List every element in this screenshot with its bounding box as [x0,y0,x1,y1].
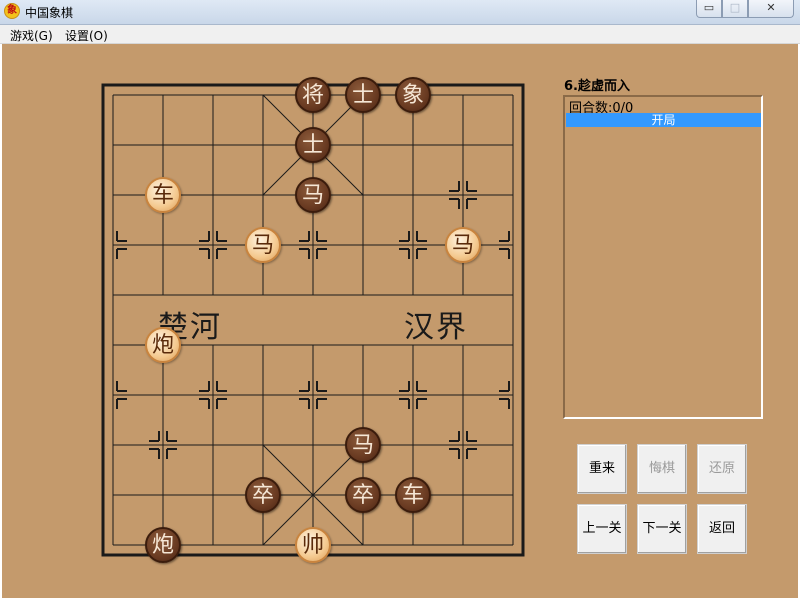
menu-bar: 游戏(G) 设置(O) [0,25,800,44]
chess-piece[interactable]: 炮 [145,527,181,563]
chessboard[interactable] [2,44,562,598]
chess-piece[interactable]: 马 [245,227,281,263]
chess-piece[interactable]: 马 [345,427,381,463]
move-list[interactable]: 回合数:0/0 开局 [563,95,763,419]
level-title: 6.趁虚而入 [564,79,630,94]
prev-level-button[interactable]: 上一关 [577,504,627,554]
chess-piece[interactable]: 将 [295,77,331,113]
minimize-button[interactable]: ▭ [696,0,722,18]
chess-piece[interactable]: 车 [145,177,181,213]
window-title: 中国象棋 [25,6,74,20]
chess-piece[interactable]: 士 [345,77,381,113]
move-list-item[interactable]: 开局 [566,113,761,127]
menu-settings[interactable]: 设置(O) [65,27,108,44]
chess-piece[interactable]: 炮 [145,327,181,363]
chess-piece[interactable]: 车 [395,477,431,513]
river-label-han-jie: 汉界 [404,310,468,345]
maximize-button[interactable]: □ [722,0,748,18]
chess-piece[interactable]: 象 [395,77,431,113]
chess-piece[interactable]: 帅 [295,527,331,563]
chess-piece[interactable]: 卒 [245,477,281,513]
next-level-button[interactable]: 下一关 [637,504,687,554]
restart-button[interactable]: 重来 [577,444,627,494]
menu-game[interactable]: 游戏(G) [10,27,53,44]
close-button[interactable]: ✕ [748,0,794,18]
game-area: 楚河 汉界 将士象士马车马马炮马卒卒车炮帅 6.趁虚而入 回合数:0/0 开局 … [2,44,798,598]
title-bar: 象 中国象棋 ▭ □ ✕ [0,0,800,25]
chess-piece[interactable]: 马 [295,177,331,213]
app-logo-icon: 象 [4,3,20,19]
chess-piece[interactable]: 士 [295,127,331,163]
back-button[interactable]: 返回 [697,504,747,554]
chess-piece[interactable]: 卒 [345,477,381,513]
redo-button[interactable]: 还原 [697,444,747,494]
chess-piece[interactable]: 马 [445,227,481,263]
undo-button[interactable]: 悔棋 [637,444,687,494]
